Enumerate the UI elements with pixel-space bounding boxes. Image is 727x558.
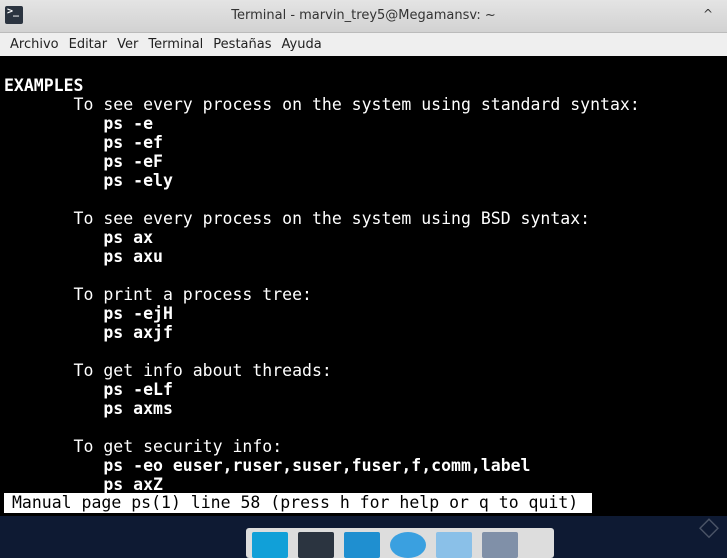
terminal-line: ps -e bbox=[4, 114, 154, 133]
menu-archivo[interactable]: Archivo bbox=[5, 33, 64, 56]
menu-pestanas[interactable]: Pestañas bbox=[208, 33, 276, 56]
menu-terminal[interactable]: Terminal bbox=[143, 33, 208, 56]
search-dock-icon[interactable] bbox=[436, 532, 472, 558]
terminal-line: EXAMPLES bbox=[4, 76, 84, 95]
terminal-line: To see every process on the system using… bbox=[4, 209, 591, 228]
terminal-line: ps axjf bbox=[4, 323, 173, 342]
platzi-watermark: ◇ bbox=[699, 512, 719, 542]
terminal-line: ps -ejH bbox=[4, 304, 173, 323]
window-title: Terminal - marvin_trey5@Megamansv: ~ bbox=[231, 8, 496, 23]
man-status-line: Manual page ps(1) line 58 (press h for h… bbox=[4, 493, 592, 513]
dock bbox=[246, 528, 554, 558]
terminal-line: ps -ef bbox=[4, 133, 163, 152]
terminal-line: ps -eF bbox=[4, 152, 163, 171]
terminal-line: ps axZ bbox=[4, 475, 163, 494]
terminal-line: ps -ely bbox=[4, 171, 173, 190]
terminal-dock-icon[interactable] bbox=[298, 532, 334, 558]
menu-bar: Archivo Editar Ver Terminal Pestañas Ayu… bbox=[0, 33, 727, 56]
terminal-line: ps -eLf bbox=[4, 380, 173, 399]
title-bar: >_ Terminal - marvin_trey5@Megamansv: ~ … bbox=[0, 0, 727, 33]
browser-dock-icon[interactable] bbox=[390, 532, 426, 558]
terminal-line: ps axu bbox=[4, 247, 163, 266]
folder-dock-icon[interactable] bbox=[482, 532, 518, 558]
files-dock-icon[interactable] bbox=[344, 532, 380, 558]
menu-ayuda[interactable]: Ayuda bbox=[277, 33, 327, 56]
terminal-line: ps -eo euser,ruser,suser,fuser,f,comm,la… bbox=[4, 456, 531, 475]
terminal-line: ps axms bbox=[4, 399, 173, 418]
terminal-line: To get security info: bbox=[4, 437, 283, 456]
terminal-line: ps ax bbox=[4, 228, 154, 247]
terminal-line: To print a process tree: bbox=[4, 285, 312, 304]
app-icon[interactable] bbox=[252, 532, 288, 558]
maximize-button[interactable]: ^ bbox=[703, 7, 713, 21]
menu-editar[interactable]: Editar bbox=[64, 33, 113, 56]
terminal-output[interactable]: Manual page ps(1) line 58 (press h for h… bbox=[0, 56, 727, 516]
terminal-line: To get info about threads: bbox=[4, 361, 332, 380]
terminal-line: To see every process on the system using… bbox=[4, 95, 640, 114]
menu-ver[interactable]: Ver bbox=[112, 33, 143, 56]
